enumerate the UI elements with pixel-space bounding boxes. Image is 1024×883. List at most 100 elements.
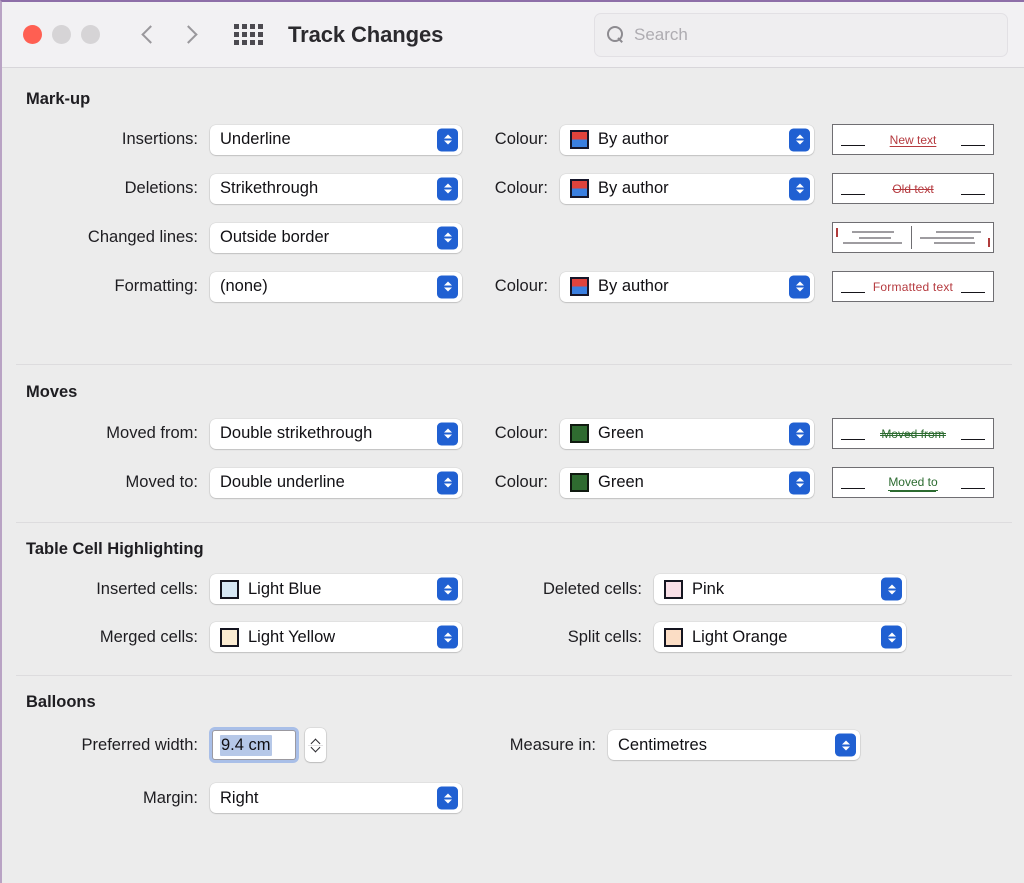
select-moved-from[interactable]: Double strikethrough (210, 418, 462, 449)
zoom-window-button[interactable] (81, 25, 100, 44)
label-inserted-cells: Inserted cells: (96, 579, 198, 598)
row-deletions: Deletions: Strikethrough Colour: By auth… (2, 173, 1024, 204)
chevron-updown-icon (789, 471, 810, 494)
select-formatting-colour[interactable]: By author (560, 271, 814, 302)
page-title: Track Changes (288, 21, 444, 47)
select-insertions[interactable]: Underline (210, 124, 462, 155)
chevron-updown-icon (437, 128, 458, 151)
preferred-width-input[interactable]: 9.4 cm (212, 730, 296, 760)
search-field[interactable]: Search (594, 13, 1008, 57)
divider-markup-moves (16, 364, 1012, 365)
preview-changed-lines (832, 222, 994, 253)
chevron-updown-icon (437, 226, 458, 249)
chevron-updown-icon (437, 577, 458, 601)
preview-formatting: Formatted text (832, 271, 994, 302)
grid-icon[interactable] (234, 24, 263, 45)
chevron-updown-icon (437, 422, 458, 445)
grid-dot (258, 24, 263, 29)
label-merged-cells: Merged cells: (99, 627, 198, 646)
color-swatch-by-author-icon (570, 130, 589, 149)
select-deletions-colour[interactable]: By author (560, 173, 814, 204)
select-formatting[interactable]: (none) (210, 271, 462, 302)
chevron-updown-icon (881, 577, 902, 601)
select-formatting-value: (none) (220, 277, 268, 295)
preview-rule-right (961, 438, 985, 440)
window-toolbar: Track Changes Search (2, 2, 1024, 68)
select-deletions-colour-value: By author (598, 179, 669, 197)
chevron-updown-icon (437, 625, 458, 649)
row-moved-from: Moved from: Double strikethrough Colour:… (2, 418, 1024, 449)
color-swatch-pink-icon (664, 579, 683, 599)
chevron-updown-icon (835, 733, 856, 757)
label-insertions-colour: Colour: (494, 130, 548, 148)
chevron-updown-icon (437, 275, 458, 298)
select-deletions-value: Strikethrough (220, 179, 319, 197)
select-moved-to[interactable]: Double underline (210, 467, 462, 498)
select-split-cells[interactable]: Light Orange (654, 622, 906, 652)
close-window-button[interactable] (23, 25, 42, 44)
search-icon (607, 26, 625, 44)
grid-dot (250, 24, 255, 29)
preview-page-left (836, 226, 912, 249)
row-merged-split-cells: Merged cells: Light Yellow Split cells: … (2, 622, 1024, 652)
select-deleted-cells[interactable]: Pink (654, 574, 906, 604)
chevron-updown-icon (789, 177, 810, 200)
select-moved-to-value: Double underline (220, 473, 345, 491)
preview-moved-from: Moved from (832, 418, 994, 449)
grid-dot (242, 40, 247, 45)
select-moved-from-value: Double strikethrough (220, 424, 373, 442)
label-formatting: Formatting: (114, 277, 198, 295)
back-icon[interactable] (142, 24, 156, 46)
preview-moved-to-text: Moved to (888, 474, 938, 491)
chevron-updown-icon (789, 275, 810, 298)
preferences-content: Mark-up Insertions: Underline Colour: By… (2, 90, 1024, 813)
preview-formatting-text: Formatted text (872, 279, 954, 294)
color-swatch-light-blue-icon (220, 579, 239, 599)
select-insertions-colour[interactable]: By author (560, 124, 814, 155)
label-margin: Margin: (142, 788, 198, 807)
chevron-updown-icon (789, 422, 810, 445)
chevron-updown-icon (437, 786, 458, 810)
grid-dot (234, 32, 239, 37)
grid-dot (234, 40, 239, 45)
select-moved-from-colour[interactable]: Green (560, 418, 814, 449)
stepper-down-icon[interactable] (311, 745, 320, 751)
divider-moves-tables (16, 522, 1012, 523)
forward-icon[interactable] (180, 24, 194, 46)
label-split-cells: Split cells: (567, 627, 642, 646)
select-moved-to-colour[interactable]: Green (560, 467, 814, 498)
row-preferred-width: Preferred width: 9.4 cm Measure in: Cent… (2, 728, 1024, 762)
minimize-window-button[interactable] (52, 25, 71, 44)
preview-deletions-text: Old text (892, 181, 934, 196)
preview-moved-from-text: Moved from (880, 426, 947, 441)
navigation-arrows (142, 24, 194, 46)
select-deleted-cells-value: Pink (692, 579, 725, 598)
preview-rule-right (961, 144, 985, 146)
search-input[interactable]: Search (634, 25, 688, 45)
traffic-lights (23, 25, 100, 44)
change-bar-icon (836, 228, 838, 237)
section-title-moves: Moves (26, 383, 78, 401)
chevron-updown-icon (881, 625, 902, 649)
label-deleted-cells: Deleted cells: (542, 579, 642, 598)
color-swatch-light-orange-icon (664, 627, 683, 647)
preview-page-right (915, 226, 990, 249)
divider-tables-balloons (16, 675, 1012, 676)
color-swatch-by-author-icon (570, 179, 589, 198)
label-insertions: Insertions: (121, 130, 198, 148)
row-inserted-deleted-cells: Inserted cells: Light Blue Deleted cells… (2, 574, 1024, 604)
preview-rule-left (841, 438, 865, 440)
select-changed-lines[interactable]: Outside border (210, 222, 462, 253)
select-measure-in[interactable]: Centimetres (608, 730, 860, 760)
select-deletions[interactable]: Strikethrough (210, 173, 462, 204)
select-merged-cells[interactable]: Light Yellow (210, 622, 462, 652)
preferred-width-stepper[interactable] (305, 728, 326, 762)
color-swatch-light-yellow-icon (220, 627, 239, 647)
select-inserted-cells[interactable]: Light Blue (210, 574, 462, 604)
row-changed-lines: Changed lines: Outside border (2, 222, 1024, 253)
grid-dot (250, 32, 255, 37)
select-insertions-colour-value: By author (598, 130, 669, 148)
preview-rule-left (841, 193, 865, 195)
select-margin[interactable]: Right (210, 783, 462, 813)
row-margin: Margin: Right (2, 783, 1024, 813)
